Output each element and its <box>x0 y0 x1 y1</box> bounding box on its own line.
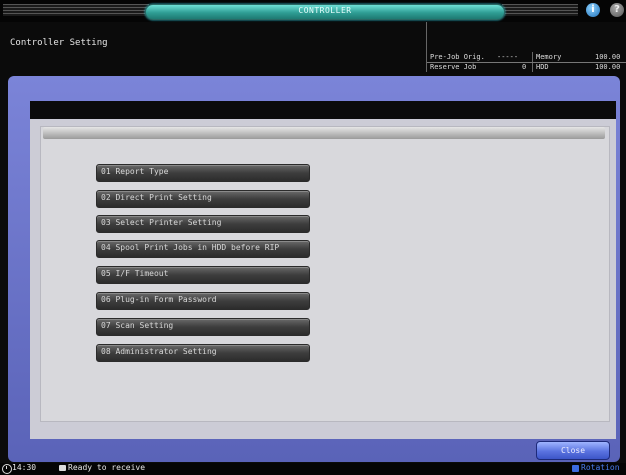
help-icon[interactable]: ? <box>610 3 624 17</box>
menu-item-direct-print-setting[interactable]: 02 Direct Print Setting <box>96 190 310 208</box>
menu-item-label: 06 Plug-in Form Password <box>101 295 217 304</box>
menu-item-label: 05 I/F Timeout <box>101 269 169 278</box>
header-divider <box>426 22 427 72</box>
menu-item-scan-setting[interactable]: 07 Scan Setting <box>96 318 310 336</box>
rotation-label[interactable]: Rotation <box>581 463 620 472</box>
menu-item-administrator-setting[interactable]: 08 Administrator Setting <box>96 344 310 362</box>
rotation-icon[interactable] <box>572 465 579 472</box>
clock-icon <box>2 464 12 474</box>
hdd-label: HDD <box>536 63 549 71</box>
status-row-divider <box>427 62 626 63</box>
memory-label: Memory <box>536 53 562 61</box>
menu-item-label: 03 Select Printer Setting <box>101 218 222 227</box>
memory-value: 100.00 <box>595 53 621 61</box>
status-text: Ready to receive <box>68 463 146 472</box>
menu-item-report-type[interactable]: 01 Report Type <box>96 164 310 182</box>
controller-tab-label: CONTROLLER <box>298 6 352 15</box>
menu-item-label: 07 Scan Setting <box>101 321 174 330</box>
left-stripes-decoration <box>3 4 149 16</box>
reserve-job-value: 0 <box>522 63 527 71</box>
menu-item-if-timeout[interactable]: 05 I/F Timeout <box>96 266 310 284</box>
controller-tab[interactable]: CONTROLLER <box>145 4 505 20</box>
menu-item-spool-print-jobs[interactable]: 04 Spool Print Jobs in HDD before RIP <box>96 240 310 258</box>
reserve-job-label: Reserve Job <box>430 63 477 71</box>
printer-icon <box>59 465 66 471</box>
menu-item-label: 08 Administrator Setting <box>101 347 217 356</box>
close-button[interactable]: Close <box>536 441 610 460</box>
menu-item-label: 04 Spool Print Jobs in HDD before RIP <box>101 243 280 252</box>
pre-job-label: Pre-Job Orig. <box>430 53 485 61</box>
menu-item-select-printer-setting[interactable]: 03 Select Printer Setting <box>96 215 310 233</box>
hdd-value: 100.00 <box>595 63 621 71</box>
clock-time: 14:30 <box>12 463 37 472</box>
right-stripes-decoration <box>502 4 578 16</box>
title-band <box>30 101 616 119</box>
info-icon[interactable]: i <box>586 3 600 17</box>
menu-item-label: 02 Direct Print Setting <box>101 193 212 202</box>
pre-job-value: ----- <box>497 53 519 61</box>
menu-header-bar <box>43 127 605 139</box>
menu-item-plugin-form-password[interactable]: 06 Plug-in Form Password <box>96 292 310 310</box>
menu-item-label: 01 Report Type <box>101 167 169 176</box>
page-title: Controller Setting <box>10 38 108 48</box>
